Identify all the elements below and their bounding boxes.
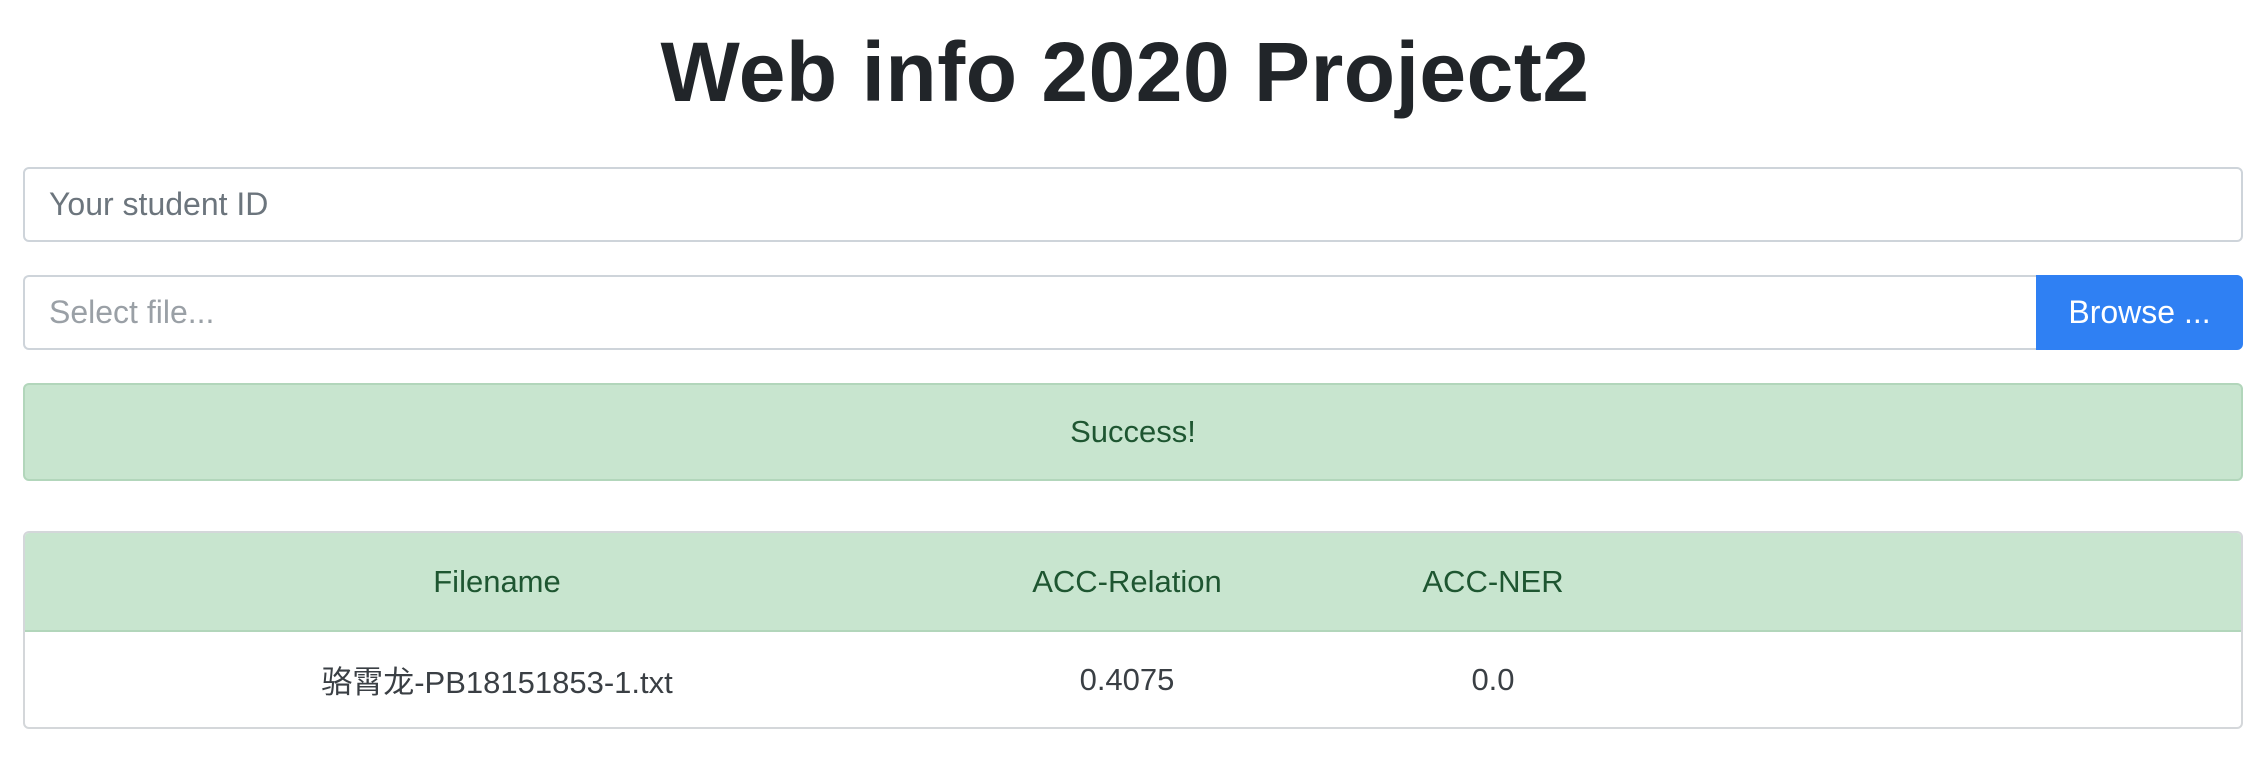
column-header-empty [1701, 533, 2241, 632]
success-alert: Success! [23, 383, 2243, 481]
page-title: Web info 2020 Project2 [660, 25, 1590, 119]
browse-button[interactable]: Browse ... [2036, 275, 2243, 350]
column-header-acc-relation: ACC-Relation [969, 533, 1285, 632]
cell-acc-relation: 0.4075 [1079, 661, 1175, 697]
results-table: Filename ACC-Relation ACC-NER 骆霄龙-PB1815… [23, 531, 2243, 729]
cell-filename: 骆霄龙-PB18151853-1.txt [321, 665, 673, 700]
file-upload-group: Browse ... [23, 275, 2243, 350]
column-header-acc-ner: ACC-NER [1285, 533, 1701, 632]
cell-acc-ner: 0.0 [1471, 661, 1515, 697]
student-id-input[interactable] [23, 167, 2243, 242]
table-header-row: Filename ACC-Relation ACC-NER [25, 533, 2241, 632]
column-header-filename: Filename [25, 533, 969, 632]
page: Web info 2020 Project2 Browse ... Succes… [0, 0, 2250, 770]
cell-empty [1701, 631, 2241, 727]
file-path-input[interactable] [23, 275, 2038, 350]
table-row: 骆霄龙-PB18151853-1.txt 0.4075 0.0 [25, 631, 2241, 727]
